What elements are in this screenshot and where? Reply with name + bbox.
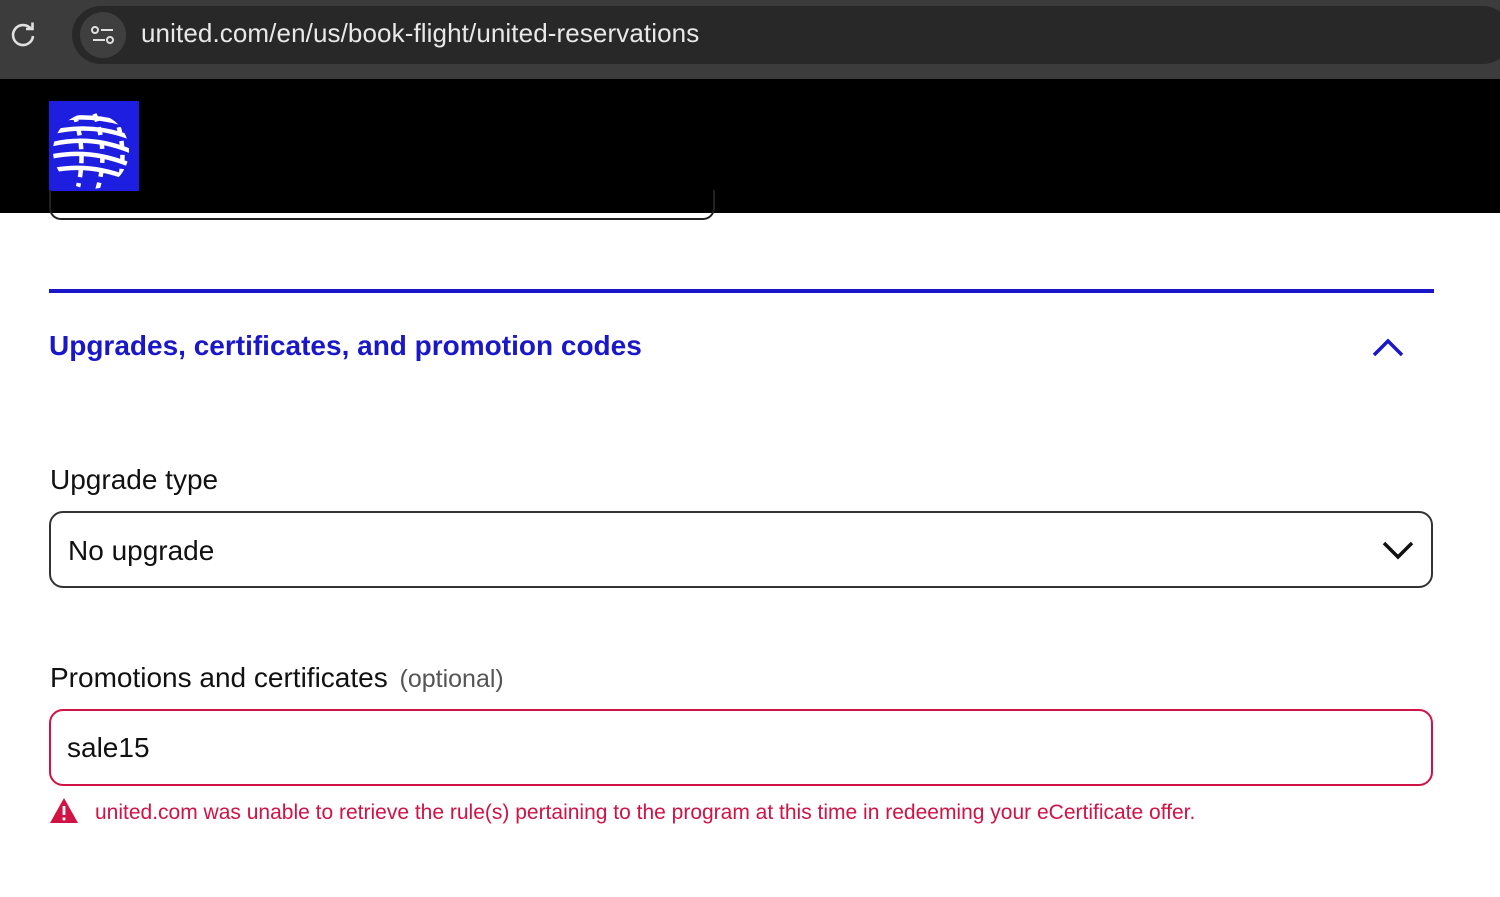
collapse-section-button[interactable] <box>1366 326 1410 370</box>
warning-icon <box>49 797 79 829</box>
promotions-label: Promotions and certificates (optional) <box>50 662 504 694</box>
upgrade-type-select[interactable]: No upgrade <box>49 511 1433 588</box>
optional-tag: (optional) <box>399 665 504 693</box>
promotions-label-text: Promotions and certificates <box>50 662 388 693</box>
url-text[interactable]: united.com/en/us/book-flight/united-rese… <box>141 18 699 49</box>
upgrade-type-label: Upgrade type <box>50 464 219 495</box>
browser-toolbar: united.com/en/us/book-flight/united-rese… <box>0 0 1500 79</box>
reload-icon[interactable] <box>8 20 38 50</box>
error-message: united.com was unable to retrieve the ru… <box>95 801 1196 824</box>
section-title[interactable]: Upgrades, certificates, and promotion co… <box>49 330 642 362</box>
chevron-up-icon <box>1366 338 1410 373</box>
upgrade-type-value: No upgrade <box>68 535 215 566</box>
promo-code-input[interactable] <box>49 709 1433 786</box>
promo-error: united.com was unable to retrieve the ru… <box>49 798 1195 828</box>
chevron-down-icon <box>1381 535 1415 570</box>
site-settings-icon[interactable] <box>80 12 126 58</box>
section-divider <box>49 289 1434 293</box>
previous-field-edge <box>49 190 715 220</box>
united-globe-logo-icon[interactable] <box>49 101 139 191</box>
